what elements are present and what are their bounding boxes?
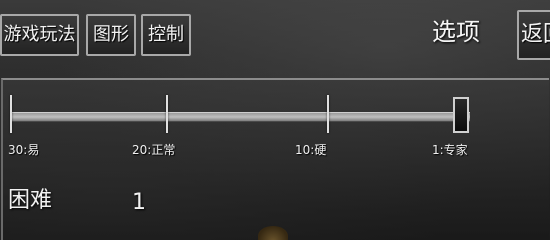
slider-tick-30	[10, 95, 12, 133]
back-button[interactable]: 返回	[517, 10, 550, 60]
tab-graphics[interactable]: 图形	[86, 14, 136, 56]
tick-label-expert: 1:专家	[432, 143, 468, 157]
difficulty-slider[interactable]	[10, 95, 470, 135]
background-decoration	[258, 226, 288, 240]
options-screen: 游戏玩法 图形 控制 选项 返回 30:易 20:正常 10:硬 1:专家 困难…	[0, 0, 550, 240]
difficulty-label: 困难	[8, 188, 53, 213]
tick-label-hard: 10:硬	[295, 143, 327, 157]
tab-gameplay-label: 游戏玩法	[3, 24, 76, 45]
tick-label-easy: 30:易	[8, 143, 40, 157]
tab-controls[interactable]: 控制	[141, 14, 191, 56]
tick-label-normal: 20:正常	[132, 143, 176, 157]
slider-rail[interactable]	[10, 112, 470, 122]
slider-handle[interactable]	[453, 97, 469, 133]
back-button-label: 返回	[521, 22, 550, 47]
difficulty-value: 1	[132, 190, 146, 215]
tab-controls-label: 控制	[148, 24, 184, 45]
slider-tick-20	[166, 95, 168, 133]
tab-gameplay[interactable]: 游戏玩法	[0, 14, 79, 56]
page-title: 选项	[432, 18, 480, 46]
tab-graphics-label: 图形	[93, 24, 129, 45]
slider-tick-10	[327, 95, 329, 133]
